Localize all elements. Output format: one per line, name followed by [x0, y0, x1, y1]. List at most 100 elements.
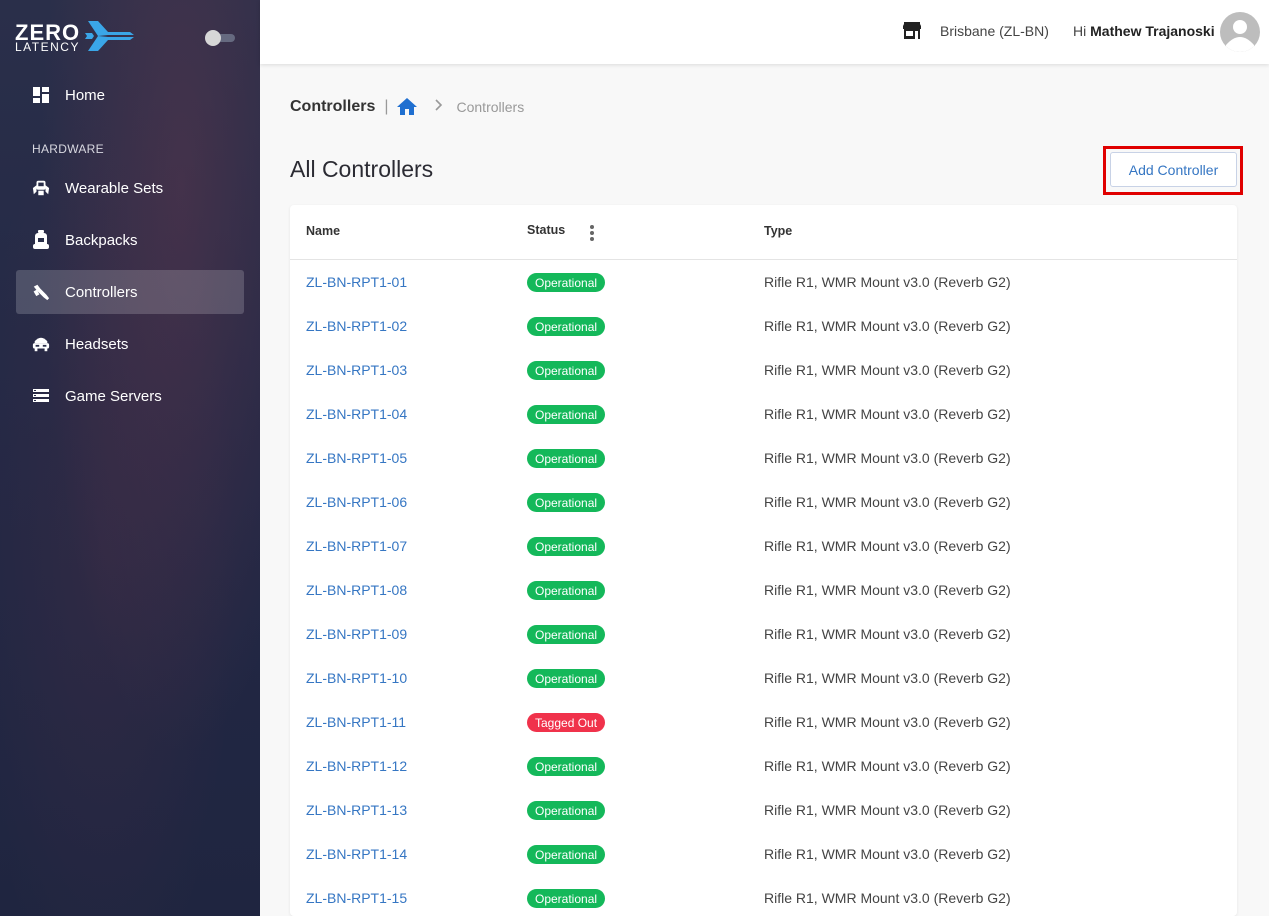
controller-type: Rifle R1, WMR Mount v3.0 (Reverb G2)	[764, 890, 1011, 906]
logo-text-bottom: LATENCY	[15, 40, 80, 54]
avatar[interactable]	[1220, 12, 1260, 52]
theme-toggle[interactable]	[205, 30, 235, 46]
status-badge: Operational	[527, 493, 606, 512]
sidebar-item-home[interactable]: Home	[16, 73, 244, 117]
sidebar-item-game-servers[interactable]: Game Servers	[16, 374, 244, 418]
sidebar: ZERO LATENCY Home HARDWARE Wearable Sets…	[0, 0, 260, 916]
table-row[interactable]: ZL-BN-RPT1-15 Operational Rifle R1, WMR Mo…	[290, 876, 1237, 916]
backpack-icon	[32, 230, 50, 249]
controller-name-link[interactable]: ZL-BN-RPT1-15	[306, 890, 407, 906]
controller-name-link[interactable]: ZL-BN-RPT1-12	[306, 758, 407, 774]
sidebar-section-hardware: HARDWARE	[32, 142, 104, 156]
controller-name-link[interactable]: ZL-BN-RPT1-07	[306, 538, 407, 554]
status-badge: Operational	[527, 361, 606, 380]
sidebar-item-label: Home	[65, 86, 106, 104]
table-row[interactable]: ZL-BN-RPT1-01 Operational Rifle R1, WMR Mo…	[290, 260, 1237, 304]
status-badge: Operational	[527, 449, 606, 468]
table-row[interactable]: ZL-BN-RPT1-08 Operational Rifle R1, WMR Mo…	[290, 568, 1237, 612]
controllers-table: Name Status Type ZL-BN-RPT1-01 Operationa…	[290, 205, 1237, 916]
status-badge: Operational	[527, 625, 606, 644]
zero-latency-logo[interactable]: ZERO LATENCY	[14, 18, 138, 54]
sidebar-item-label: Game Servers	[65, 387, 162, 405]
controller-name-link[interactable]: ZL-BN-RPT1-03	[306, 362, 407, 378]
wearable-icon	[32, 179, 50, 197]
status-badge: Operational	[527, 801, 606, 820]
add-controller-button[interactable]: Add Controller	[1110, 152, 1237, 187]
status-badge: Operational	[527, 757, 606, 776]
controller-name-link[interactable]: ZL-BN-RPT1-02	[306, 318, 407, 334]
controller-name-link[interactable]: ZL-BN-RPT1-05	[306, 450, 407, 466]
sidebar-item-controllers[interactable]: Controllers	[16, 270, 244, 314]
table-row[interactable]: ZL-BN-RPT1-07 Operational Rifle R1, WMR Mo…	[290, 524, 1237, 568]
sidebar-item-headsets[interactable]: Headsets	[16, 322, 244, 366]
controller-type: Rifle R1, WMR Mount v3.0 (Reverb G2)	[764, 450, 1011, 466]
controller-name-link[interactable]: ZL-BN-RPT1-01	[306, 274, 407, 290]
controller-type: Rifle R1, WMR Mount v3.0 (Reverb G2)	[764, 406, 1011, 422]
status-badge: Operational	[527, 317, 606, 336]
table-row[interactable]: ZL-BN-RPT1-03 Operational Rifle R1, WMR Mo…	[290, 348, 1237, 392]
table-row[interactable]: ZL-BN-RPT1-12 Operational Rifle R1, WMR Mo…	[290, 744, 1237, 788]
greeting-prefix: Hi	[1073, 23, 1087, 39]
controller-name-link[interactable]: ZL-BN-RPT1-13	[306, 802, 407, 818]
table-row[interactable]: ZL-BN-RPT1-04 Operational Rifle R1, WMR Mo…	[290, 392, 1237, 436]
table-row[interactable]: ZL-BN-RPT1-14 Operational Rifle R1, WMR Mo…	[290, 832, 1237, 876]
status-badge: Operational	[527, 845, 606, 864]
controller-type: Rifle R1, WMR Mount v3.0 (Reverb G2)	[764, 758, 1011, 774]
status-badge: Operational	[527, 669, 606, 688]
status-badge: Operational	[527, 581, 606, 600]
sidebar-item-label: Headsets	[65, 335, 129, 353]
user-name: Mathew Trajanoski	[1090, 23, 1215, 39]
controller-name-link[interactable]: ZL-BN-RPT1-09	[306, 626, 407, 642]
controller-type: Rifle R1, WMR Mount v3.0 (Reverb G2)	[764, 714, 1011, 730]
sidebar-item-label: Wearable Sets	[65, 179, 164, 197]
user-greeting: Hi Mathew Trajanoski	[1073, 23, 1215, 39]
status-badge: Operational	[527, 889, 606, 908]
controller-type: Rifle R1, WMR Mount v3.0 (Reverb G2)	[764, 846, 1011, 862]
controller-type: Rifle R1, WMR Mount v3.0 (Reverb G2)	[764, 274, 1011, 290]
table-row[interactable]: ZL-BN-RPT1-09 Operational Rifle R1, WMR Mo…	[290, 612, 1237, 656]
controller-name-link[interactable]: ZL-BN-RPT1-08	[306, 582, 407, 598]
controller-name-link[interactable]: ZL-BN-RPT1-06	[306, 494, 407, 510]
controller-type: Rifle R1, WMR Mount v3.0 (Reverb G2)	[764, 494, 1011, 510]
breadcrumb-separator: |	[384, 98, 389, 115]
server-icon	[32, 387, 50, 405]
headset-icon	[32, 335, 50, 353]
controller-type: Rifle R1, WMR Mount v3.0 (Reverb G2)	[764, 582, 1011, 598]
logo-mark-icon	[85, 21, 134, 51]
column-header-type[interactable]: Type	[764, 224, 792, 238]
controller-name-link[interactable]: ZL-BN-RPT1-11	[306, 714, 406, 730]
sidebar-item-label: Backpacks	[65, 231, 138, 249]
user-avatar-icon	[1226, 20, 1254, 52]
sidebar-item-backpacks[interactable]: Backpacks	[16, 218, 244, 262]
controller-type: Rifle R1, WMR Mount v3.0 (Reverb G2)	[764, 538, 1011, 554]
sidebar-item-label: Controllers	[65, 283, 138, 301]
controller-type: Rifle R1, WMR Mount v3.0 (Reverb G2)	[764, 318, 1011, 334]
table-row[interactable]: ZL-BN-RPT1-02 Operational Rifle R1, WMR Mo…	[290, 304, 1237, 348]
controller-name-link[interactable]: ZL-BN-RPT1-14	[306, 846, 407, 862]
controller-name-link[interactable]: ZL-BN-RPT1-10	[306, 670, 407, 686]
status-badge: Operational	[527, 405, 606, 424]
controller-type: Rifle R1, WMR Mount v3.0 (Reverb G2)	[764, 626, 1011, 642]
table-row[interactable]: ZL-BN-RPT1-10 Operational Rifle R1, WMR Mo…	[290, 656, 1237, 700]
controller-type: Rifle R1, WMR Mount v3.0 (Reverb G2)	[764, 802, 1011, 818]
controller-type: Rifle R1, WMR Mount v3.0 (Reverb G2)	[764, 670, 1011, 686]
controller-name-link[interactable]: ZL-BN-RPT1-04	[306, 406, 407, 422]
table-row[interactable]: ZL-BN-RPT1-13 Operational Rifle R1, WMR Mo…	[290, 788, 1237, 832]
breadcrumb: Controllers | Controllers	[290, 98, 524, 116]
home-icon[interactable]	[396, 98, 417, 116]
table-row[interactable]: ZL-BN-RPT1-05 Operational Rifle R1, WMR Mo…	[290, 436, 1237, 480]
store-icon[interactable]	[903, 22, 921, 44]
table-header: Name Status Type	[290, 205, 1237, 260]
status-badge: Operational	[527, 537, 606, 556]
status-badge: Tagged Out	[527, 713, 606, 732]
breadcrumb-title: Controllers	[290, 98, 376, 115]
column-header-status[interactable]: Status	[527, 223, 565, 237]
location-label[interactable]: Brisbane (ZL-BN)	[940, 23, 1049, 39]
column-header-name[interactable]: Name	[306, 224, 340, 238]
controller-icon	[32, 283, 50, 301]
more-vert-icon[interactable]	[589, 223, 595, 243]
sidebar-item-wearable-sets[interactable]: Wearable Sets	[16, 166, 244, 210]
table-row[interactable]: ZL-BN-RPT1-11 Tagged Out Rifle R1, WMR Mou…	[290, 700, 1237, 744]
table-row[interactable]: ZL-BN-RPT1-06 Operational Rifle R1, WMR Mo…	[290, 480, 1237, 524]
controller-type: Rifle R1, WMR Mount v3.0 (Reverb G2)	[764, 362, 1011, 378]
